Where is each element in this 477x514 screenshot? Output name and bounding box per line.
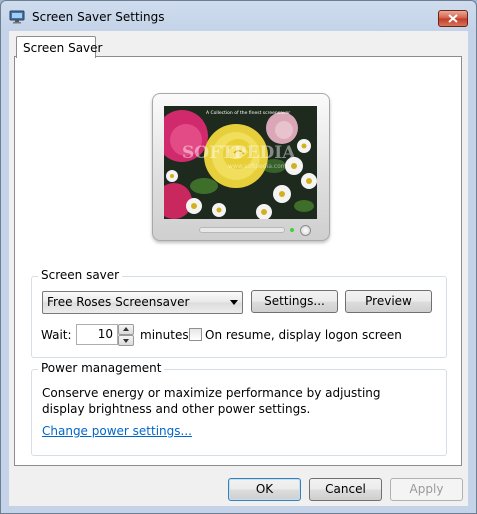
preview-screen: A Collection of the finest screensaver S… (164, 106, 317, 219)
tab-panel: A Collection of the finest screensaver S… (14, 56, 462, 466)
power-description: Conserve energy or maximize performance … (42, 386, 381, 416)
preview-monitor: A Collection of the finest screensaver S… (152, 93, 330, 241)
monitor-knob-icon (300, 225, 311, 236)
title-bar[interactable]: Screen Saver Settings (1, 1, 476, 33)
resume-logon-label[interactable]: On resume, display logon screen (205, 328, 402, 342)
power-group-label: Power management (38, 361, 165, 375)
minutes-label: minutes (140, 328, 189, 342)
preview-watermark: SOFTPEDIA (182, 143, 296, 163)
monitor-slot (199, 227, 285, 233)
window: Screen Saver Settings Screen Saver A Col… (0, 0, 477, 514)
tab-screen-saver[interactable]: Screen Saver (16, 36, 102, 58)
wait-spinner (118, 324, 134, 346)
dialog-client-area: Screen Saver A Collection of the finest … (9, 31, 468, 506)
tab-label: Screen Saver (23, 41, 103, 55)
screen-saver-select[interactable]: Free Roses Screensaver (42, 291, 243, 314)
display-settings-icon (9, 10, 25, 24)
close-button[interactable] (438, 10, 468, 27)
settings-button[interactable]: Settings... (251, 290, 338, 313)
window-title: Screen Saver Settings (32, 10, 165, 24)
preview-watermark-url: www.softpedia.com (228, 163, 287, 170)
resume-logon-checkbox[interactable] (189, 328, 202, 341)
screen-saver-selected: Free Roses Screensaver (47, 295, 190, 309)
power-management-group: Power management Conserve energy or maxi… (31, 361, 447, 456)
preview-button[interactable]: Preview (345, 290, 432, 313)
wait-minutes-input[interactable]: 10 (76, 324, 118, 345)
spin-up-button[interactable] (118, 324, 134, 335)
preview-caption: A Collection of the finest screensaver (206, 110, 290, 116)
cancel-button[interactable]: Cancel (309, 478, 382, 501)
ok-button[interactable]: OK (228, 478, 301, 501)
screen-saver-group-label: Screen saver (38, 268, 123, 282)
close-icon (448, 14, 458, 23)
power-led-icon (290, 228, 294, 232)
change-power-settings-link[interactable]: Change power settings... (42, 424, 192, 438)
wait-label: Wait: (41, 328, 72, 342)
screen-saver-group: Screen saver Free Roses Screensaver Sett… (31, 268, 447, 358)
wait-value: 10 (97, 327, 113, 341)
spin-down-button[interactable] (118, 335, 134, 346)
apply-button[interactable]: Apply (390, 478, 463, 501)
chevron-down-icon (230, 300, 238, 305)
